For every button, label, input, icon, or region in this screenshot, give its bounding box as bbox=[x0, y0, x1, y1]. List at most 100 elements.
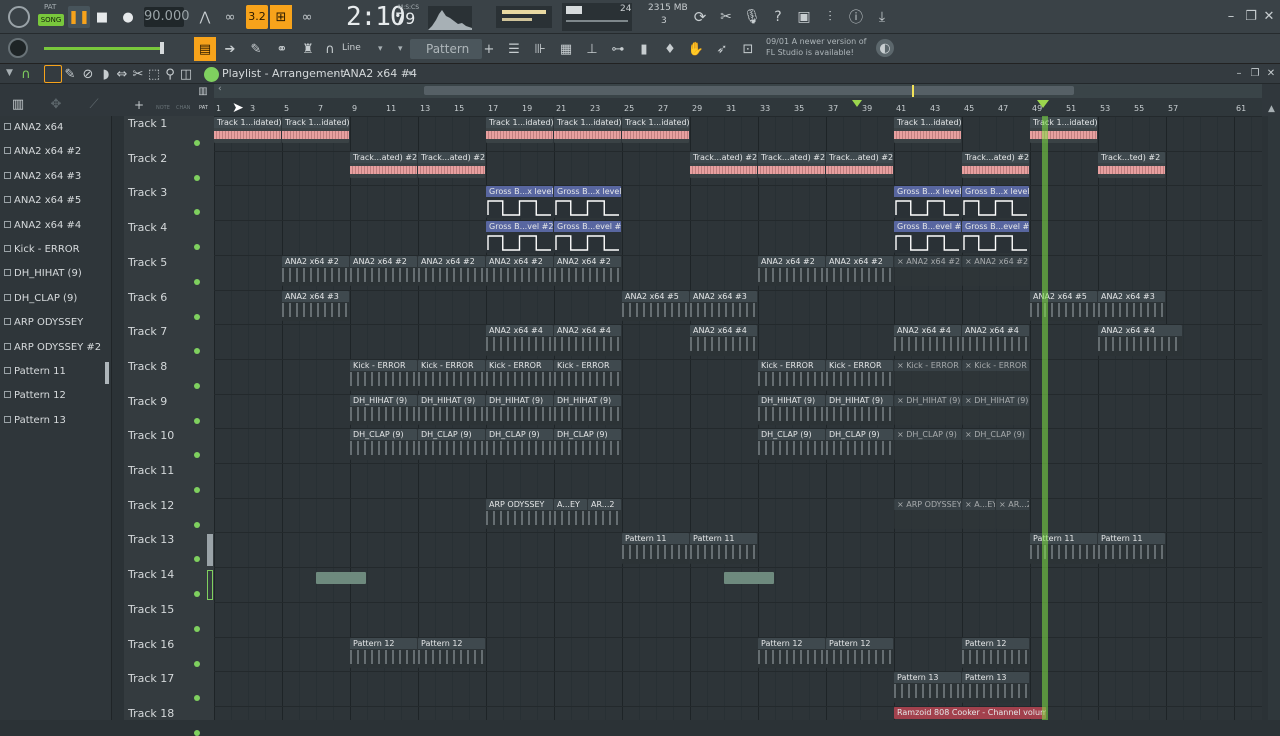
browser-pattern-item[interactable]: ANA2 x64 bbox=[4, 122, 108, 142]
playlist-clip[interactable]: ANA2 x64 #3 bbox=[690, 290, 757, 322]
playlist-clip[interactable]: ANA2 x64 #4 bbox=[690, 325, 757, 356]
playlist-clip[interactable]: × Kick - ERROR bbox=[962, 359, 1029, 391]
microphone-icon[interactable]: 🎙 bbox=[740, 6, 764, 28]
track-name[interactable]: Track 12 bbox=[128, 499, 174, 512]
browser-pattern-item[interactable]: ANA2 x64 #3 bbox=[4, 171, 108, 191]
track-mute-led[interactable] bbox=[194, 521, 200, 528]
browser-pattern-item[interactable]: ANA2 x64 #4 bbox=[4, 220, 108, 240]
playlist-clip[interactable]: Pattern 13 bbox=[894, 672, 961, 703]
playlist-clip[interactable]: × DH_HIHAT (9) bbox=[894, 394, 961, 426]
wait-input-icon[interactable]: ∞ bbox=[220, 6, 240, 28]
playlist-clip[interactable]: Kick - ERROR bbox=[350, 359, 417, 391]
playlist-clip[interactable]: × ANA2 x64 #2 bbox=[962, 255, 1029, 287]
track-name[interactable]: Track 15 bbox=[128, 603, 174, 616]
browser-scrollbar[interactable] bbox=[105, 362, 109, 384]
pencil-icon[interactable]: ✎ bbox=[246, 37, 266, 61]
playlist-clip[interactable]: × DH_CLAP (9) bbox=[894, 429, 961, 460]
playlist-clip[interactable]: DH_CLAP (9) bbox=[554, 429, 621, 460]
playlist-clip[interactable]: Gross B...x level bbox=[486, 186, 553, 219]
playlist-clip[interactable]: Track...ated) #2 bbox=[690, 151, 757, 178]
master-volume-handle[interactable] bbox=[160, 42, 164, 54]
playback-tool-icon[interactable]: ◫ bbox=[178, 66, 194, 82]
track-mute-led[interactable] bbox=[194, 382, 200, 389]
playlist-clip[interactable]: Track 1...idated) bbox=[282, 117, 349, 143]
snap-mode-select[interactable]: Line bbox=[342, 43, 361, 53]
snap-dropdown-arrow-icon[interactable]: ▾ bbox=[378, 44, 383, 54]
playlist-view-button[interactable]: ▤ bbox=[194, 37, 216, 61]
news-line-1[interactable]: 09/01 A newer version of bbox=[766, 37, 866, 46]
mixer-cut-icon[interactable]: ✂ bbox=[714, 6, 738, 28]
track-mute-led[interactable] bbox=[194, 556, 200, 563]
playlist-clip[interactable]: Ramzoid 808 Cooker - Channel volume bbox=[894, 706, 1046, 719]
oscilloscope-display[interactable] bbox=[428, 6, 472, 30]
track-mute-led[interactable] bbox=[194, 729, 200, 736]
browser-pattern-item[interactable]: ARP ODYSSEY bbox=[4, 317, 108, 337]
playlist-clip[interactable]: Gross B...evel #2 bbox=[894, 221, 961, 254]
playlist-icon[interactable]: ▦ bbox=[556, 37, 576, 61]
track-mute-led[interactable] bbox=[194, 660, 200, 667]
track-name[interactable]: Track 1 bbox=[128, 117, 167, 130]
playlist-clip[interactable]: Track 1...idated) bbox=[1030, 117, 1097, 143]
browser-move-icon[interactable]: ✥ bbox=[48, 96, 64, 112]
playlist-clip[interactable]: Track 1...idated) bbox=[554, 117, 621, 143]
slip-tool-icon[interactable]: ⇔ bbox=[114, 66, 130, 82]
playlist-clip[interactable]: × ARP ODYSSEY bbox=[894, 498, 961, 530]
vertical-scrollbar[interactable] bbox=[1268, 116, 1280, 720]
playlist-clip[interactable]: ANA2 x64 #4 bbox=[962, 325, 1029, 356]
slice-tool-icon[interactable]: ✂ bbox=[130, 66, 146, 82]
playlist-clip[interactable] bbox=[724, 572, 774, 585]
track-name[interactable]: Track 11 bbox=[128, 464, 174, 477]
loop-start-marker[interactable] bbox=[852, 100, 862, 107]
playlist-clip[interactable]: DH_HIHAT (9) bbox=[758, 394, 825, 426]
track-name[interactable]: Track 17 bbox=[128, 672, 174, 685]
browser-pattern-item[interactable]: ANA2 x64 #5 bbox=[4, 195, 108, 215]
playlist-clip[interactable]: Gross B...x level bbox=[554, 186, 621, 219]
playlist-minimize-icon[interactable]: – bbox=[1232, 66, 1246, 80]
playlist-clip[interactable]: Pattern 11 bbox=[622, 533, 689, 565]
playlist-clip[interactable]: Pattern 11 bbox=[1098, 533, 1165, 565]
browser-tree-icon[interactable]: ⊶ bbox=[608, 37, 628, 61]
track-name[interactable]: Track 6 bbox=[128, 291, 167, 304]
playlist-clip[interactable]: DH_HIHAT (9) bbox=[486, 394, 553, 426]
playlist-maximize-icon[interactable]: ❐ bbox=[1248, 66, 1262, 80]
track-name[interactable]: Track 2 bbox=[128, 152, 167, 165]
playlist-clip[interactable]: Track...ated) #2 bbox=[962, 151, 1029, 178]
browser-pattern-item[interactable]: DH_HIHAT (9) bbox=[4, 268, 108, 288]
shop-icon[interactable]: ⊡ bbox=[738, 37, 758, 61]
playlist-clip[interactable]: × A...EY bbox=[962, 498, 995, 530]
record-button[interactable]: ● bbox=[118, 6, 138, 28]
horizontal-scrollbar[interactable]: ‹ bbox=[214, 84, 1262, 98]
draw-tool-button[interactable] bbox=[44, 65, 62, 83]
play-button[interactable]: ❚❚ bbox=[68, 6, 90, 28]
playlist-clip[interactable]: AR...2 bbox=[588, 498, 621, 530]
playlist-clip[interactable]: Pattern 13 bbox=[962, 672, 1029, 703]
playlist-clip[interactable]: DH_CLAP (9) bbox=[826, 429, 893, 460]
playlist-clip[interactable]: Kick - ERROR bbox=[826, 359, 893, 391]
track-name[interactable]: Track 8 bbox=[128, 360, 167, 373]
track-mute-led[interactable] bbox=[194, 417, 200, 424]
pat-mode-label[interactable]: PAT bbox=[44, 3, 56, 11]
track-mute-led[interactable] bbox=[194, 452, 200, 459]
playlist-clip[interactable]: DH_CLAP (9) bbox=[486, 429, 553, 460]
stop-button[interactable]: ■ bbox=[92, 6, 112, 28]
playlist-clip[interactable]: DH_HIHAT (9) bbox=[418, 394, 485, 426]
playlist-clip[interactable]: × DH_HIHAT (9) bbox=[962, 394, 1029, 426]
playlist-clip[interactable]: Kick - ERROR bbox=[758, 359, 825, 391]
playlist-clip[interactable]: DH_HIHAT (9) bbox=[826, 394, 893, 426]
playlist-clip[interactable]: Pattern 12 bbox=[962, 637, 1029, 669]
track-name[interactable]: Track 7 bbox=[128, 325, 167, 338]
track-name[interactable]: Track 16 bbox=[128, 638, 174, 651]
time-ruler[interactable]: 1 3 5 7 9 11 13 15 17 19 21 23 25 27 29 31 33 35 37 39 41 43 4… bbox=[214, 100, 1262, 116]
track-mute-led[interactable] bbox=[194, 209, 200, 216]
magnet-icon[interactable]: ∩ bbox=[322, 37, 338, 61]
pattern-dropdown-arrow-icon[interactable]: ▾ bbox=[398, 44, 403, 54]
mixer-faders-icon[interactable]: ⊥ bbox=[582, 37, 602, 61]
file-icon[interactable]: ▮ bbox=[634, 37, 654, 61]
stamp-icon[interactable]: ♜ bbox=[298, 37, 318, 61]
track-name[interactable]: Track 9 bbox=[128, 395, 167, 408]
playlist-clip[interactable]: ANA2 x64 #3 bbox=[282, 290, 349, 322]
download-icon[interactable]: ⤓ bbox=[870, 6, 894, 28]
playlist-clip[interactable]: ANA2 x64 #4 bbox=[486, 325, 553, 356]
close-icon[interactable]: ✕ bbox=[1260, 8, 1278, 24]
undo-history-icon[interactable]: ⟳ bbox=[688, 6, 712, 28]
